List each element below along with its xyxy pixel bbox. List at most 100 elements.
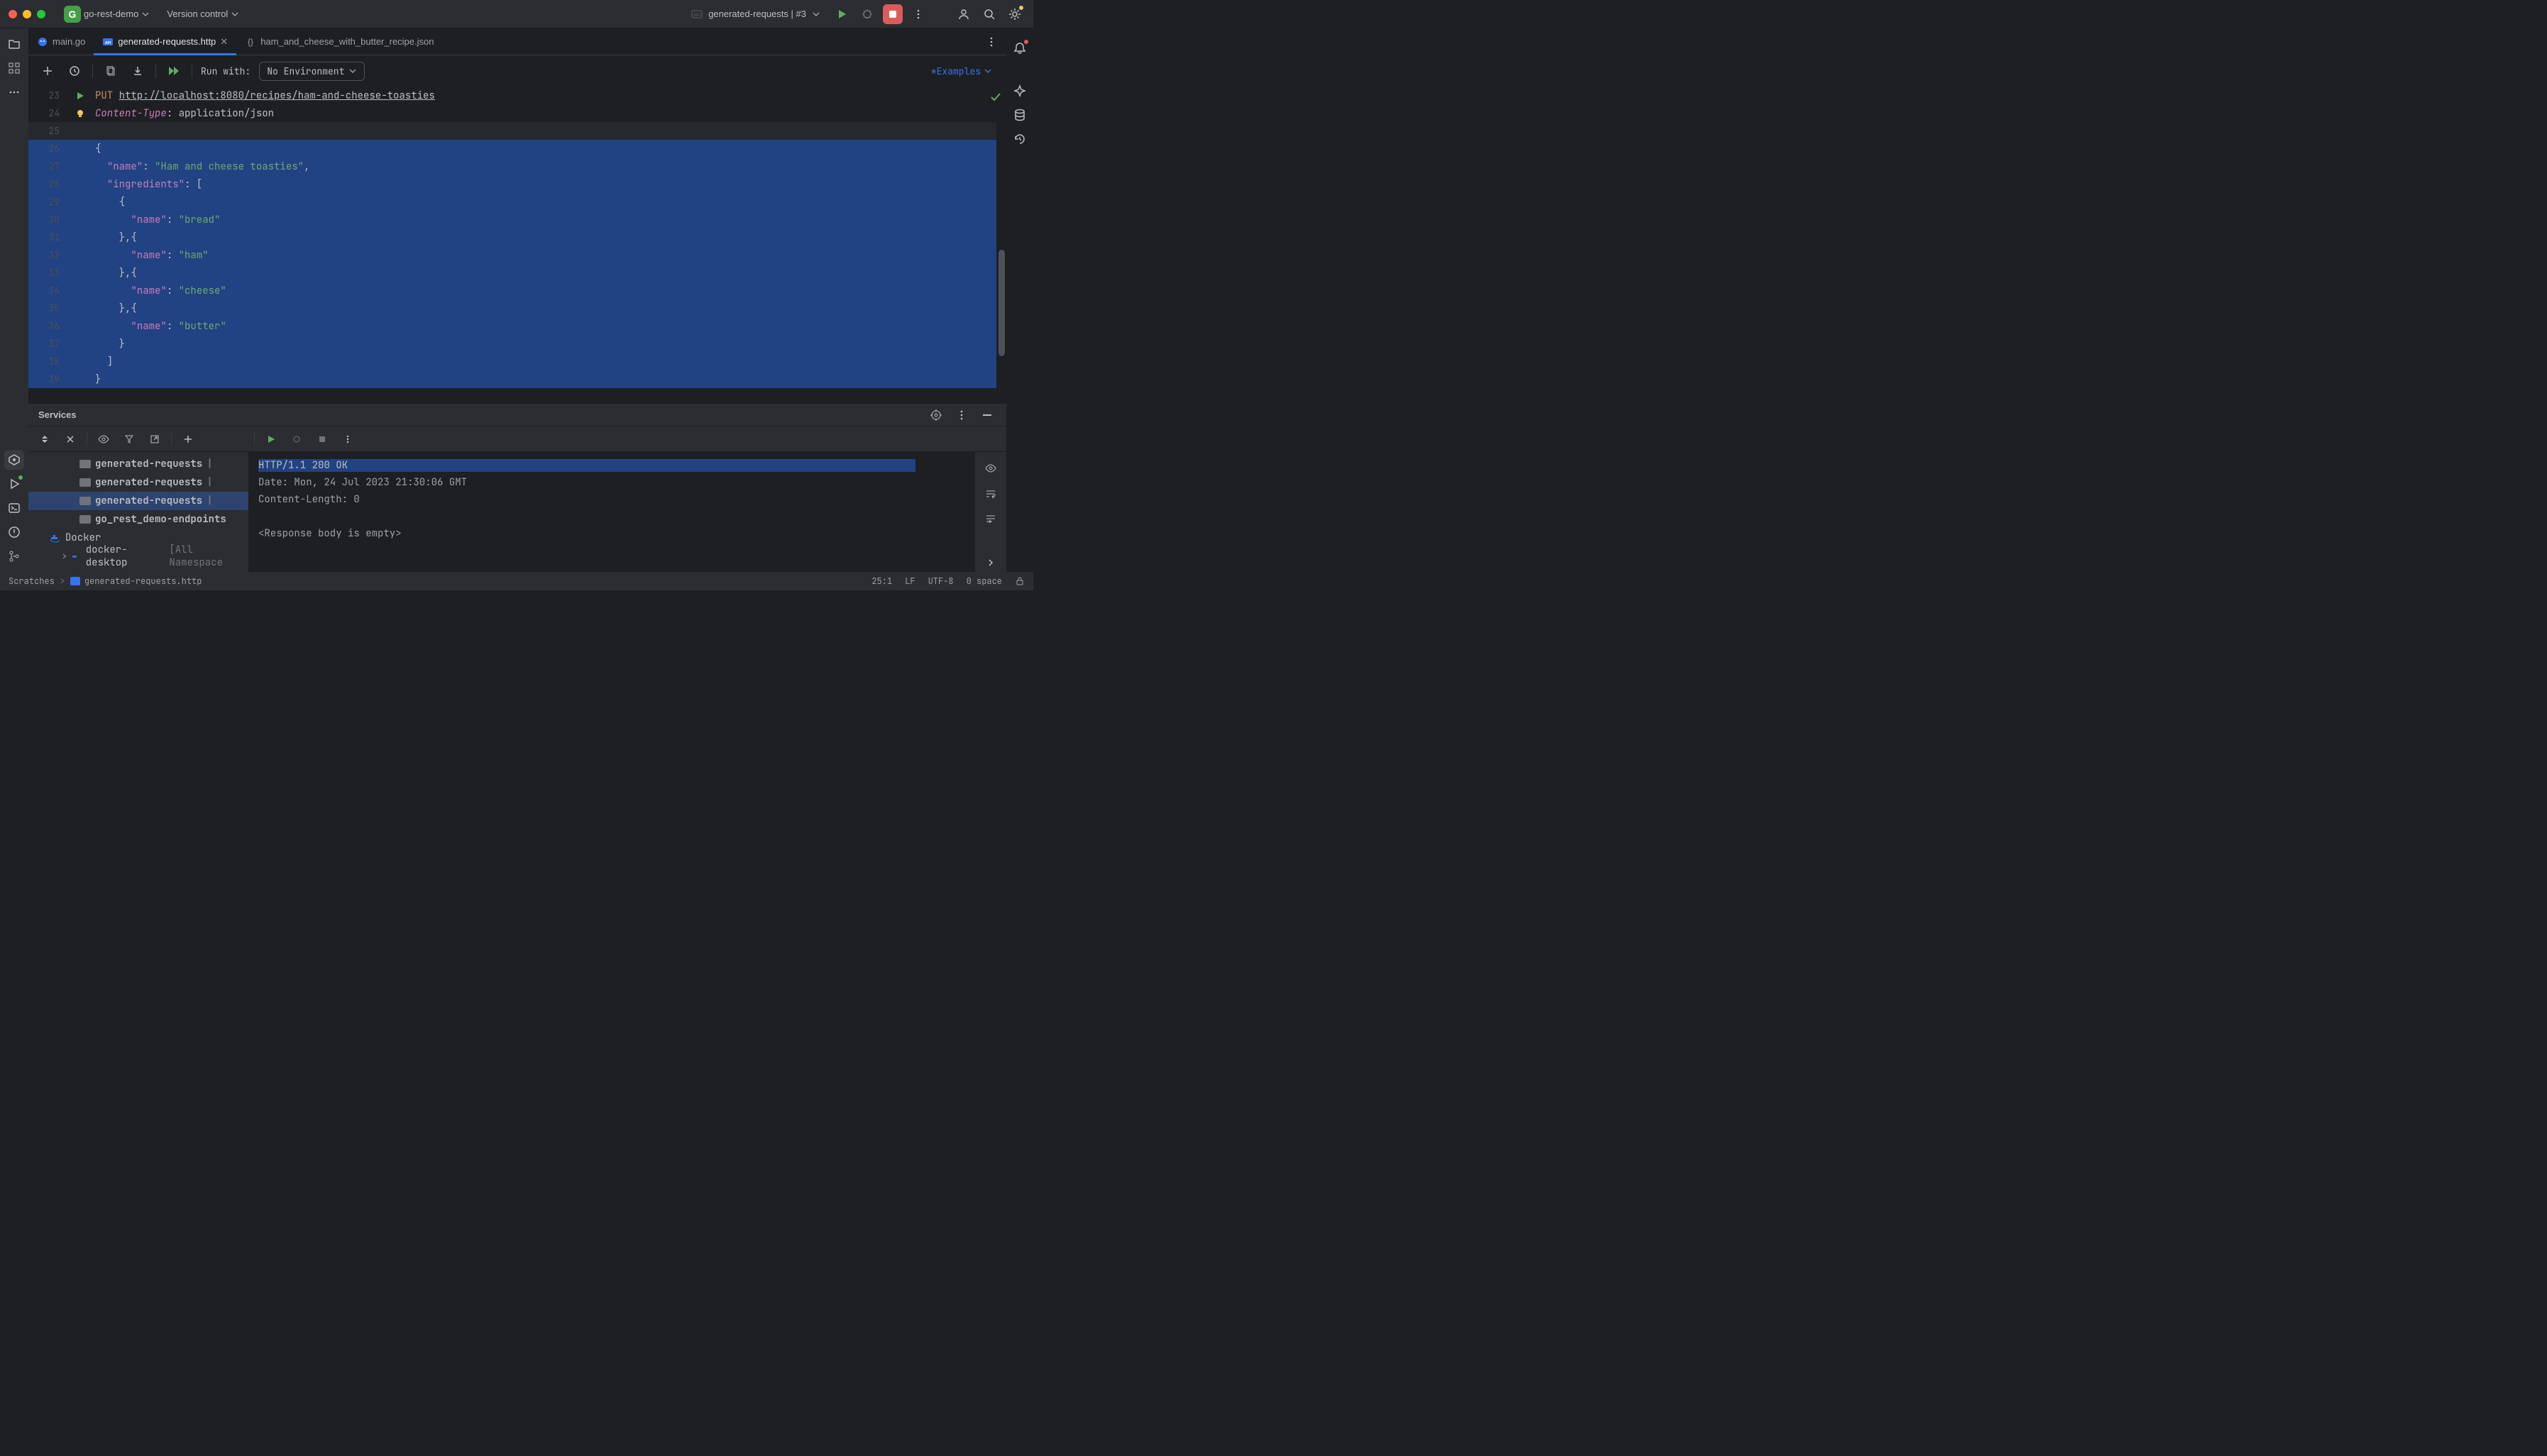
project-tool-button[interactable] — [4, 34, 24, 54]
services-header: Services — [28, 404, 1006, 426]
ai-assistant-button[interactable] — [1010, 81, 1030, 101]
view-button[interactable] — [981, 459, 1000, 478]
add-request-button[interactable] — [38, 62, 57, 80]
svg-text:API: API — [693, 13, 700, 18]
scroll-to-top-button[interactable] — [981, 510, 1000, 529]
project-selector[interactable]: G go-rest-demo — [58, 3, 155, 26]
api-file-icon — [79, 478, 91, 487]
search-everywhere-button[interactable] — [979, 4, 999, 24]
more-tools-button[interactable] — [4, 82, 24, 102]
tree-item-request[interactable]: generated-requests | — [28, 455, 248, 473]
close-window-button[interactable] — [9, 10, 17, 18]
next-button[interactable] — [981, 553, 1000, 572]
expand-all-button[interactable] — [35, 430, 54, 448]
tab-options-button[interactable] — [982, 33, 1001, 51]
filter-button[interactable] — [120, 430, 138, 448]
docker-icon — [72, 552, 81, 561]
run-tool-button[interactable] — [4, 474, 24, 494]
tree-item-request[interactable]: go_rest_demo-endpoints — [28, 510, 248, 529]
chevron-down-icon — [231, 10, 239, 18]
docker-icon — [50, 533, 61, 543]
request-history-button[interactable] — [65, 62, 84, 80]
tab-recipe-json[interactable]: {} ham_and_cheese_with_butter_recipe.jso… — [236, 28, 442, 55]
api-file-icon — [79, 460, 91, 468]
tab-generated-requests[interactable]: API generated-requests.http ✕ — [94, 28, 236, 55]
indent-info[interactable]: 0 space — [967, 575, 1002, 587]
vcs-menu[interactable]: Version control — [161, 6, 245, 22]
import-button[interactable] — [128, 62, 147, 80]
response-toolbar — [975, 452, 1006, 572]
show-button[interactable] — [94, 430, 113, 448]
chevron-right-icon — [61, 553, 67, 560]
code-with-me-button[interactable] — [954, 4, 974, 24]
soft-wrap-button[interactable] — [981, 485, 1000, 503]
add-service-button[interactable] — [179, 430, 197, 448]
cursor-position[interactable]: 25:1 — [871, 575, 892, 587]
git-tool-button[interactable] — [4, 546, 24, 566]
tree-item-docker-desktop[interactable]: docker-desktop[All Namespace — [28, 547, 248, 566]
window-controls — [9, 10, 45, 18]
problems-tool-button[interactable] — [4, 522, 24, 542]
code-editor[interactable]: 23PUT http://localhost:8080/recipes/ham-… — [28, 87, 1006, 403]
structure-tool-button[interactable] — [4, 58, 24, 78]
scrollbar-thumb[interactable] — [999, 250, 1005, 356]
zoom-window-button[interactable] — [37, 10, 45, 18]
settings-button[interactable] — [1005, 4, 1025, 24]
history-tool-button[interactable] — [1010, 129, 1030, 149]
response-body-note: <Response body is empty> — [258, 527, 965, 544]
services-toolbar — [28, 426, 1006, 452]
minimize-window-button[interactable] — [23, 10, 31, 18]
services-options-button[interactable] — [952, 406, 971, 424]
notifications-tool-button[interactable] — [1010, 38, 1030, 58]
services-tool-button[interactable] — [4, 450, 24, 470]
readonly-toggle[interactable] — [1015, 576, 1025, 586]
close-button[interactable] — [61, 430, 79, 448]
chevron-down-icon — [812, 10, 820, 18]
focus-button[interactable] — [927, 406, 945, 424]
hide-panel-button[interactable] — [978, 406, 996, 424]
project-badge: G — [64, 6, 81, 23]
debug-button[interactable] — [857, 4, 877, 24]
run-button[interactable] — [832, 4, 852, 24]
chevron-down-icon — [348, 67, 357, 75]
line-separator[interactable]: LF — [905, 575, 915, 587]
editor-tabs: main.go API generated-requests.http ✕ {}… — [28, 28, 1006, 55]
notification-dot — [1019, 6, 1023, 10]
chevron-right-icon — [59, 578, 66, 585]
database-tool-button[interactable] — [1010, 105, 1030, 125]
services-tree[interactable]: generated-requests | generated-requests … — [28, 452, 248, 572]
more-actions-button[interactable] — [908, 4, 928, 24]
tab-label: generated-requests.http — [118, 36, 216, 47]
tree-item-label: generated-requests — [95, 458, 202, 470]
stop-request-button[interactable] — [313, 430, 331, 448]
api-file-icon: API — [691, 9, 703, 20]
examples-link[interactable]: *Examples — [931, 65, 992, 77]
tree-item-label: docker-desktop — [86, 544, 165, 569]
stop-button[interactable] — [883, 4, 903, 24]
terminal-tool-button[interactable] — [4, 498, 24, 518]
file-encoding[interactable]: UTF-8 — [928, 575, 954, 587]
rerun-button[interactable] — [262, 430, 280, 448]
status-bar: Scratches generated-requests.http 25:1 L… — [0, 572, 1033, 590]
debug-request-button[interactable] — [287, 430, 306, 448]
project-name: go-rest-demo — [84, 9, 138, 19]
environment-selector[interactable]: No Environment — [259, 62, 365, 81]
close-tab-button[interactable]: ✕ — [220, 36, 228, 48]
status-dot — [18, 475, 23, 480]
request-more-button[interactable] — [339, 430, 357, 448]
notification-dot — [1024, 40, 1028, 44]
open-button[interactable] — [145, 430, 164, 448]
title-bar: G go-rest-demo Version control API gener… — [0, 0, 1033, 28]
run-all-button[interactable] — [165, 62, 183, 80]
breadcrumb[interactable]: Scratches generated-requests.http — [9, 575, 202, 587]
tab-main-go[interactable]: main.go — [28, 28, 94, 55]
run-configuration-selector[interactable]: API generated-requests | #3 — [686, 6, 826, 23]
tree-item-request[interactable]: generated-requests | — [28, 473, 248, 492]
convert-button[interactable] — [101, 62, 120, 80]
tree-item-label: generated-requests — [95, 476, 202, 489]
response-output[interactable]: HTTP/1.1 200 OK Date: Mon, 24 Jul 2023 2… — [248, 452, 975, 572]
breadcrumb-root: Scratches — [9, 575, 55, 587]
chevron-down-icon — [984, 67, 992, 75]
tree-item-request[interactable]: generated-requests | — [28, 492, 248, 510]
api-file-icon — [70, 577, 80, 585]
